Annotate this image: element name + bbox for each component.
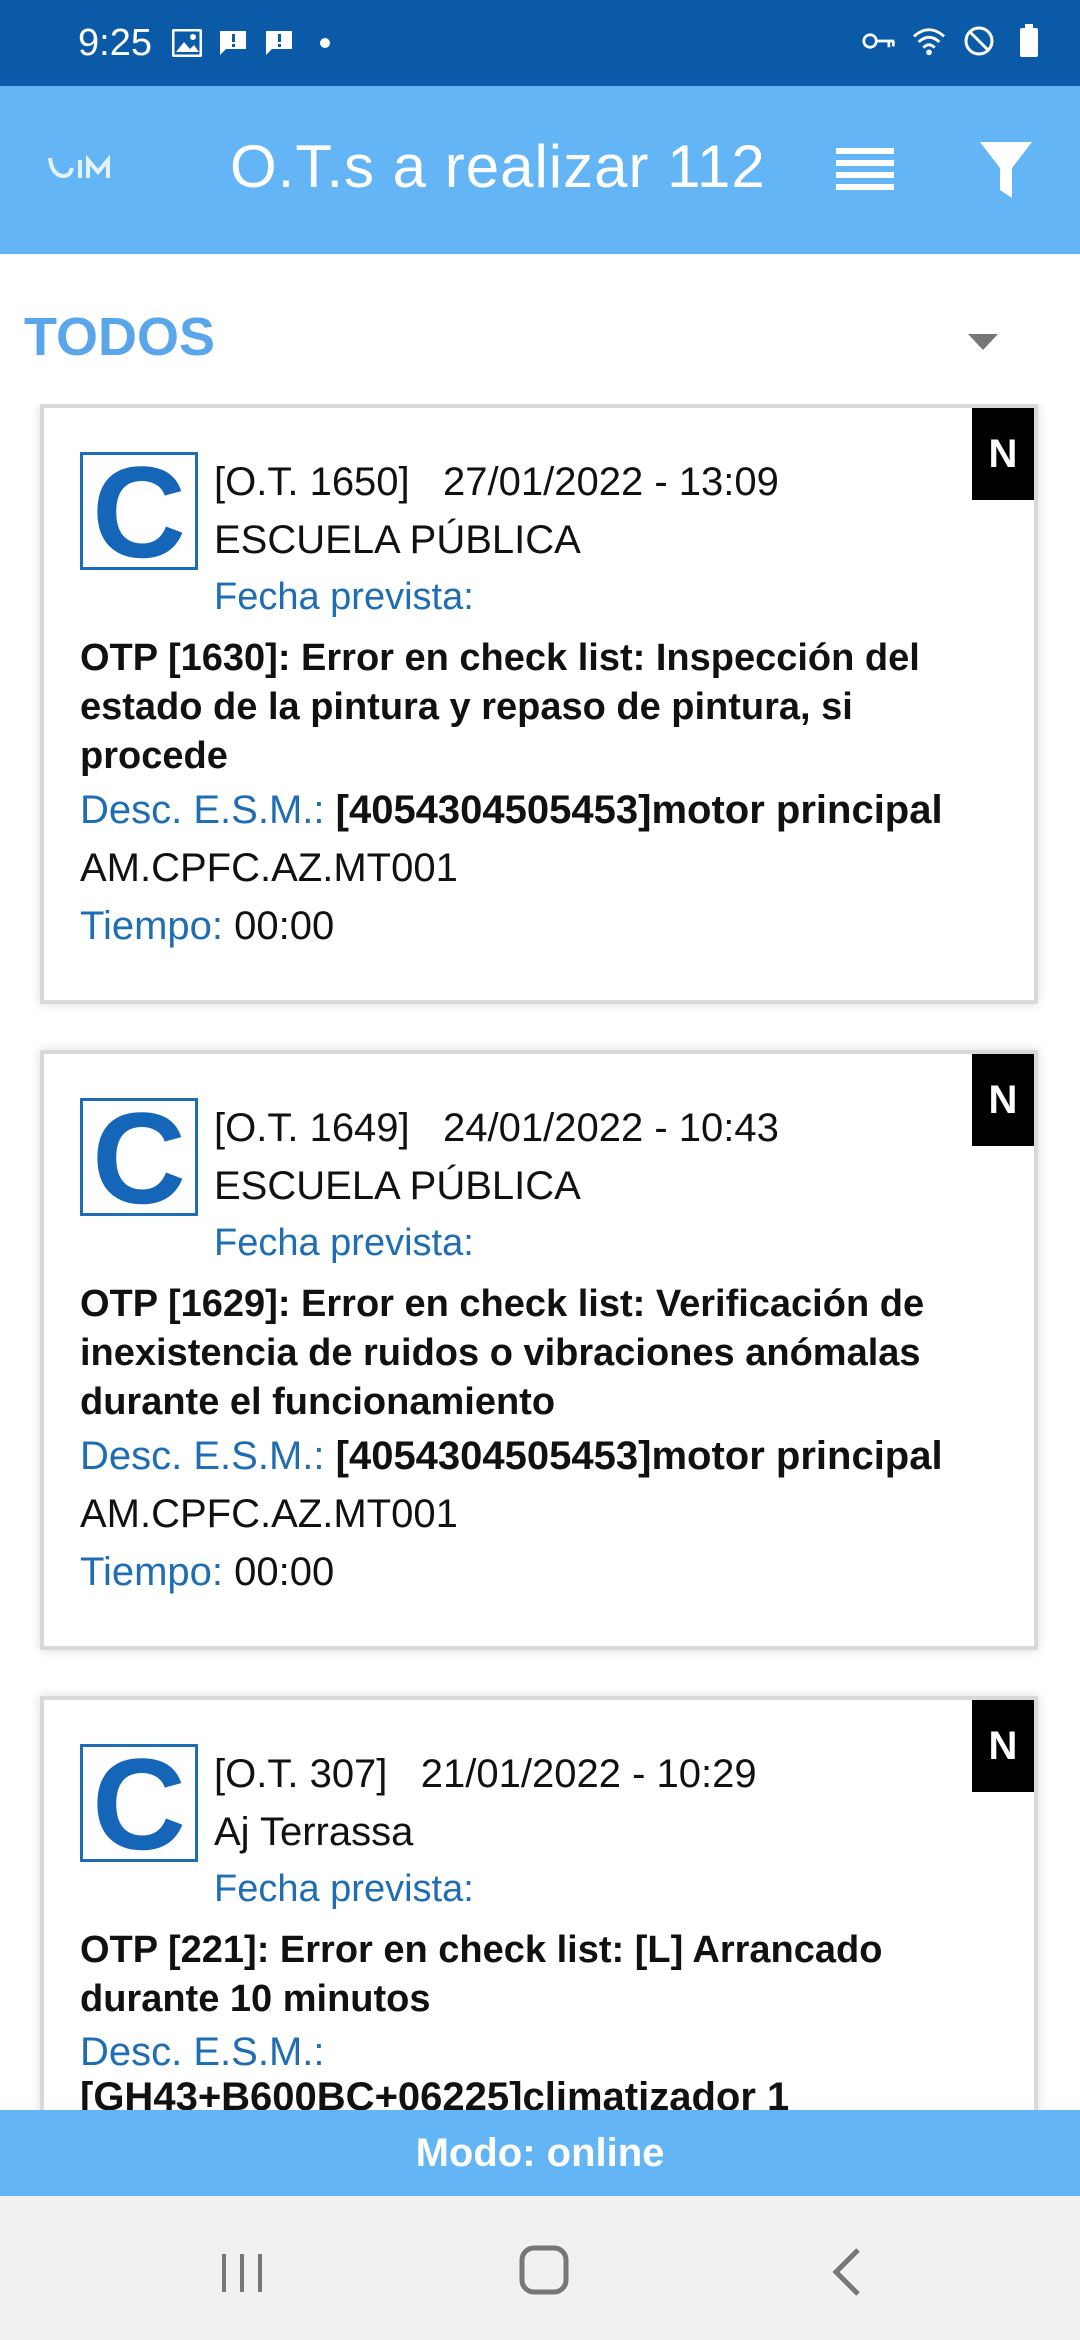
status-badge: N — [972, 1054, 1034, 1146]
recents-icon — [222, 2254, 262, 2292]
equipment-desc-value: [GH43+B600BC+06225]climatizador 1 — [80, 2075, 790, 2110]
work-order-card[interactable]: C N [O.T. 307] 21/01/2022 - 10:29 Aj Ter… — [40, 1696, 1038, 2110]
back-button[interactable] — [812, 2236, 882, 2306]
back-icon — [832, 2248, 860, 2296]
equipment-desc-label: Desc. E.S.M.: — [80, 788, 325, 832]
dropdown-caret-icon — [966, 330, 1000, 352]
app-bar: O.T.s a realizar 112 — [0, 86, 1080, 254]
order-description: OTP [221]: Error en check list: [L] Arra… — [80, 1929, 883, 2020]
dot-icon — [308, 26, 342, 60]
equipment-desc: Desc. E.S.M.: [4054304505453]motor princ… — [80, 1434, 943, 1479]
equipment-desc-label: Desc. E.S.M.: — [80, 2030, 325, 2074]
time-value: 00:00 — [234, 1550, 335, 1594]
filter-icon — [980, 142, 1032, 198]
block-icon — [962, 24, 996, 58]
status-time: 9:25 — [78, 22, 152, 64]
equipment-desc: Desc. E.S.M.: [4054304505453]motor princ… — [80, 788, 943, 833]
time-row: Tiempo: 00:00 — [80, 1550, 334, 1595]
order-header: [O.T. 1650] 27/01/2022 - 13:09 — [214, 460, 779, 505]
equipment-code: AM.CPFC.AZ.MT001 — [80, 846, 458, 890]
order-type-letter: C — [92, 1085, 186, 1231]
key-icon — [862, 24, 896, 58]
connection-mode-bar: Modo: online — [0, 2110, 1080, 2196]
order-type-letter: C — [92, 1731, 186, 1877]
time-row: Tiempo: 00:00 — [80, 904, 334, 949]
filter-selected-value: TODOS — [24, 307, 216, 367]
order-location: ESCUELA PÚBLICA — [214, 1164, 581, 1208]
status-bar: 9:25 — [0, 0, 1080, 86]
time-value: 00:00 — [234, 904, 335, 948]
order-datetime: 21/01/2022 - 10:29 — [420, 1752, 757, 1796]
wifi-icon — [912, 24, 946, 58]
status-badge: N — [972, 1700, 1034, 1792]
order-number: [O.T. 1650] — [214, 460, 410, 504]
app-logo-icon — [46, 150, 122, 186]
work-order-card[interactable]: C N [O.T. 1650] 27/01/2022 - 13:09 ESCUE… — [40, 404, 1038, 1004]
order-number: [O.T. 307] — [214, 1752, 388, 1796]
equipment-code: AM.CPFC.AZ.MT001 — [80, 1492, 458, 1536]
home-icon — [519, 2245, 569, 2295]
order-datetime: 27/01/2022 - 13:09 — [443, 460, 779, 504]
order-header: [O.T. 1649] 24/01/2022 - 10:43 — [214, 1106, 779, 1151]
menu-icon — [836, 148, 894, 190]
message-icon — [262, 26, 296, 60]
order-location: Aj Terrassa — [214, 1810, 414, 1854]
planned-date-label: Fecha prevista: — [214, 576, 474, 618]
recents-button[interactable] — [208, 2236, 278, 2306]
planned-date-label: Fecha prevista: — [214, 1868, 474, 1910]
battery-icon — [1012, 24, 1046, 58]
menu-button[interactable] — [830, 140, 900, 204]
system-nav-bar — [0, 2196, 1080, 2340]
order-location: ESCUELA PÚBLICA — [214, 518, 581, 562]
work-order-card[interactable]: C N [O.T. 1649] 24/01/2022 - 10:43 ESCUE… — [40, 1050, 1038, 1650]
status-left-icons — [170, 26, 342, 60]
status-badge: N — [972, 408, 1034, 500]
order-type-icon: C — [80, 1093, 198, 1223]
order-number: [O.T. 1649] — [214, 1106, 410, 1150]
filter-dropdown[interactable]: TODOS — [0, 254, 1080, 404]
order-datetime: 24/01/2022 - 10:43 — [443, 1106, 779, 1150]
order-description: OTP [1630]: Error en check list: Inspecc… — [80, 637, 920, 777]
equipment-desc: Desc. E.S.M.: [GH43+B600BC+06225]climati… — [80, 2030, 1000, 2110]
home-button[interactable] — [510, 2236, 580, 2306]
filter-button[interactable] — [976, 136, 1036, 206]
equipment-desc-label: Desc. E.S.M.: — [80, 1434, 325, 1478]
order-header: [O.T. 307] 21/01/2022 - 10:29 — [214, 1752, 757, 1797]
equipment-desc-value: [4054304505453]motor principal — [335, 788, 943, 832]
status-right-icons — [862, 24, 1046, 58]
order-type-icon: C — [80, 447, 198, 577]
planned-date-label: Fecha prevista: — [214, 1222, 474, 1264]
page-title: O.T.s a realizar 112 — [230, 133, 766, 200]
order-description: OTP [1629]: Error en check list: Verific… — [80, 1283, 925, 1423]
image-icon — [170, 26, 204, 60]
order-type-icon: C — [80, 1739, 198, 1869]
work-order-list[interactable]: C N [O.T. 1650] 27/01/2022 - 13:09 ESCUE… — [0, 404, 1080, 2110]
time-label: Tiempo: — [80, 1550, 224, 1594]
equipment-desc-value: [4054304505453]motor principal — [335, 1434, 943, 1478]
order-type-letter: C — [92, 439, 186, 585]
time-label: Tiempo: — [80, 904, 224, 948]
message-icon — [216, 26, 250, 60]
